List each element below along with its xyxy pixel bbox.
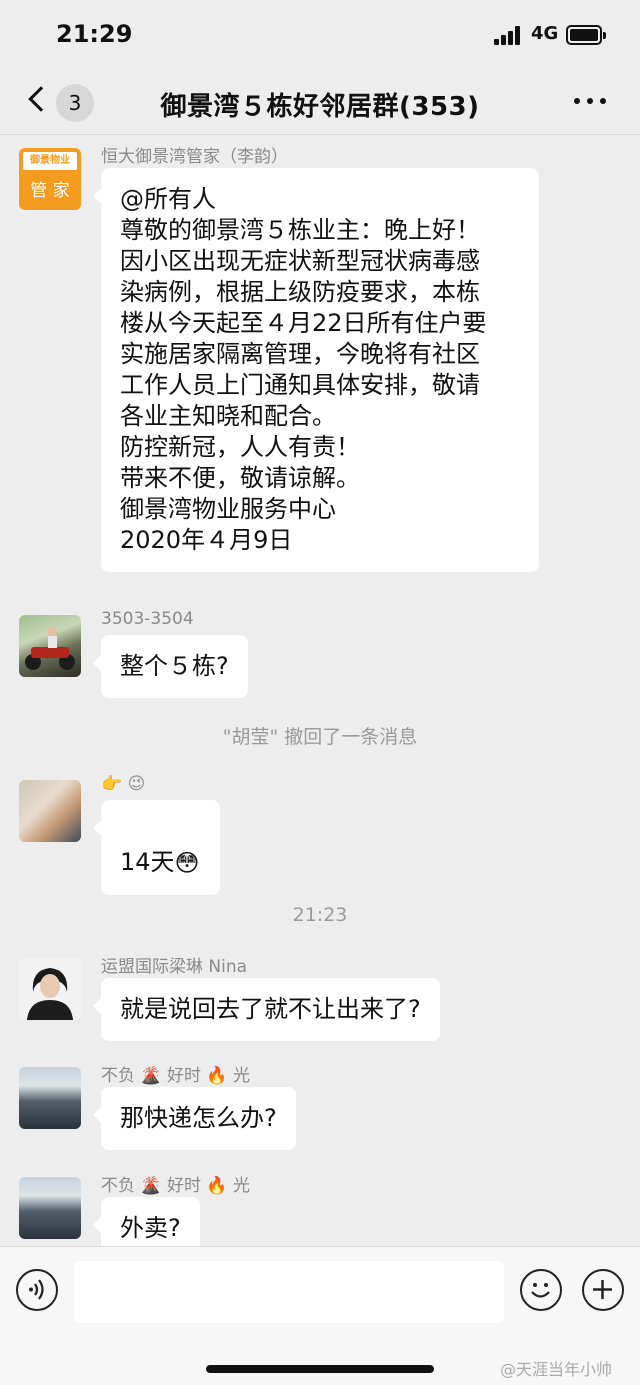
message-bubble[interactable]: @所有人 尊敬的御景湾５栋业主：晚上好！ 因小区出现无症状新型冠状病毒感 染病例… [93, 168, 539, 572]
sender-name: 运盟国际梁琳 Nina [101, 957, 248, 977]
network-label: 4G [531, 23, 559, 44]
message-bubble[interactable]: 14天😳 [93, 800, 220, 895]
avatar[interactable] [19, 958, 81, 1020]
weibo-watermark: @天涯当年小帅 [500, 1360, 613, 1379]
sender-name: 3503-3504 [101, 609, 194, 629]
smiley-icon [531, 1283, 550, 1298]
volcano-icon: 🌋 [140, 1176, 162, 1196]
voice-icon [29, 1279, 44, 1300]
brand-logo-icon: 御景物业 [23, 152, 77, 170]
portrait-icon [27, 968, 73, 1020]
status-time: 21:29 [56, 20, 133, 48]
sender-name: 不负 🌋 好时 🔥 光 [101, 1066, 250, 1086]
avatar[interactable] [19, 1067, 81, 1129]
fire-icon: 🔥 [206, 1066, 228, 1086]
sender-name: 👉 😉 [101, 774, 146, 794]
fire-icon: 🔥 [206, 1176, 228, 1196]
header-divider [0, 134, 640, 135]
signal-icon [494, 25, 524, 45]
status-bar: 21:29 4G [0, 0, 640, 72]
avatar[interactable] [19, 780, 81, 842]
more-options-icon[interactable] [574, 98, 606, 106]
more-actions-button[interactable] [582, 1269, 624, 1311]
plus-icon [593, 1280, 612, 1299]
chat-header: 3 御景湾５栋好邻居群(353) [0, 72, 640, 134]
message-bubble[interactable]: 那快递怎么办? [93, 1087, 296, 1150]
input-bar: @天涯当年小帅 [0, 1246, 640, 1385]
atv-rider-icon [25, 626, 75, 670]
avatar[interactable] [19, 615, 81, 677]
avatar-text: 管 家 [30, 181, 70, 201]
timestamp: 21:23 [292, 904, 348, 926]
sender-name: 恒大御景湾管家（李韵） [101, 147, 288, 167]
volcano-icon: 🌋 [140, 1066, 162, 1086]
home-indicator [206, 1365, 434, 1373]
voice-input-button[interactable] [16, 1269, 58, 1311]
message-bubble[interactable]: 就是说回去了就不让出来了? [93, 978, 440, 1041]
emoji-button[interactable] [520, 1269, 562, 1311]
avatar[interactable] [19, 1177, 81, 1239]
avatar[interactable]: 御景物业 管 家 [19, 148, 81, 210]
battery-icon [566, 25, 606, 45]
message-text: 14天 [120, 848, 175, 876]
message-input[interactable] [74, 1261, 504, 1323]
sender-name: 不负 🌋 好时 🔥 光 [101, 1176, 250, 1196]
flushed-emoji-icon: 😳 [174, 848, 200, 877]
chat-title: 御景湾５栋好邻居群(353) [160, 92, 480, 122]
message-bubble[interactable]: 整个５栋? [93, 635, 248, 698]
recall-notice: "胡莹" 撤回了一条消息 [222, 726, 418, 748]
